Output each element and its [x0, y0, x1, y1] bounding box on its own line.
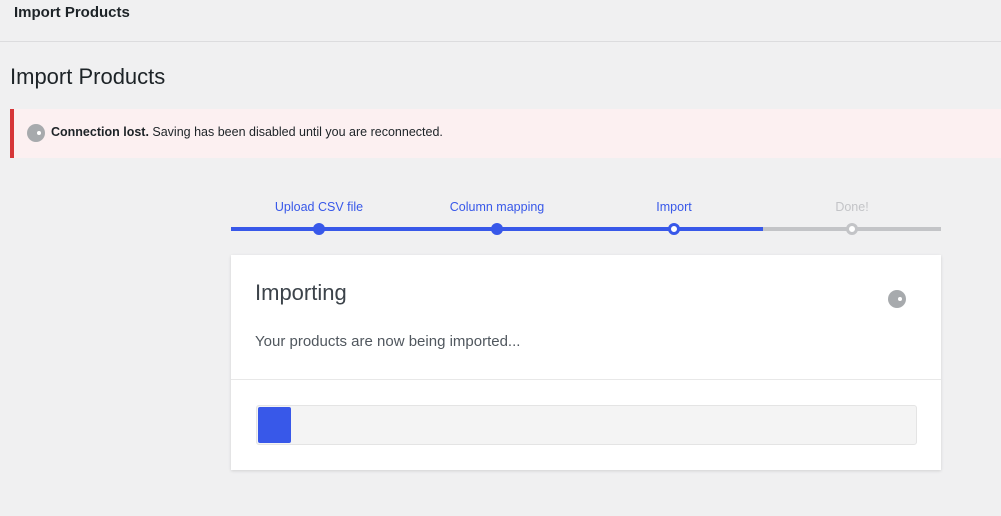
top-bar-title: Import Products: [14, 4, 130, 21]
importing-card: Importing Your products are now being im…: [231, 255, 941, 470]
page-title: Import Products: [10, 64, 166, 89]
import-progress-bar: [256, 405, 917, 445]
step-label-column-mapping[interactable]: Column mapping: [450, 200, 545, 214]
notice-text: Connection lost. Saving has been disable…: [51, 125, 443, 139]
import-progress-fill: [258, 407, 291, 443]
step-dot-upload: [313, 223, 325, 235]
step-label-done: Done!: [835, 200, 869, 214]
step-dot-done: [846, 223, 858, 235]
card-description: Your products are now being imported...: [255, 333, 521, 350]
connection-lost-notice: Connection lost. Saving has been disable…: [10, 109, 1001, 158]
notice-message: Saving has been disabled until you are r…: [148, 125, 443, 139]
card-divider: [231, 379, 941, 380]
step-dot-column-mapping: [491, 223, 503, 235]
spinner-icon: [888, 290, 906, 308]
step-dot-import: [668, 223, 680, 235]
top-bar: Import Products: [0, 0, 1001, 42]
step-label-import: Import: [656, 200, 692, 214]
notice-strong: Connection lost.: [51, 125, 149, 139]
step-label-upload[interactable]: Upload CSV file: [275, 200, 363, 214]
spinner-icon: [27, 124, 45, 142]
card-title: Importing: [255, 280, 347, 305]
import-stepper: Upload CSV file Column mapping Import Do…: [231, 190, 941, 240]
